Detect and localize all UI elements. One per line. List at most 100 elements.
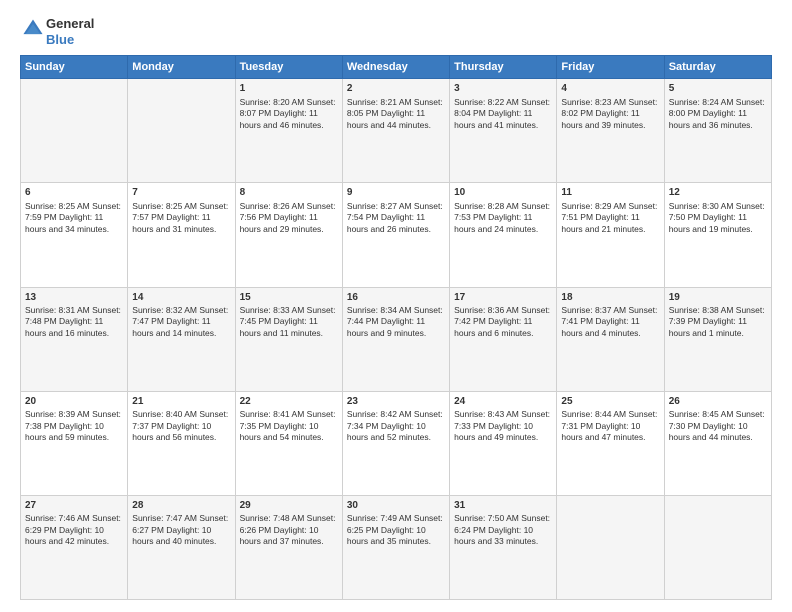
day-number: 29 (240, 499, 338, 513)
week-row-1: 1Sunrise: 8:20 AM Sunset: 8:07 PM Daylig… (21, 79, 772, 183)
day-number: 1 (240, 82, 338, 96)
header-row: SundayMondayTuesdayWednesdayThursdayFrid… (21, 56, 772, 79)
day-number: 11 (561, 186, 659, 200)
day-number: 25 (561, 395, 659, 409)
calendar-cell: 25Sunrise: 8:44 AM Sunset: 7:31 PM Dayli… (557, 391, 664, 495)
day-number: 20 (25, 395, 123, 409)
day-info: Sunrise: 8:29 AM Sunset: 7:51 PM Dayligh… (561, 201, 659, 235)
day-info: Sunrise: 7:47 AM Sunset: 6:27 PM Dayligh… (132, 513, 230, 547)
calendar-cell (128, 79, 235, 183)
week-row-4: 20Sunrise: 8:39 AM Sunset: 7:38 PM Dayli… (21, 391, 772, 495)
calendar-cell: 26Sunrise: 8:45 AM Sunset: 7:30 PM Dayli… (664, 391, 771, 495)
day-info: Sunrise: 8:21 AM Sunset: 8:05 PM Dayligh… (347, 97, 445, 131)
day-number: 17 (454, 291, 552, 305)
day-number: 19 (669, 291, 767, 305)
calendar-cell: 30Sunrise: 7:49 AM Sunset: 6:25 PM Dayli… (342, 495, 449, 599)
calendar-cell: 24Sunrise: 8:43 AM Sunset: 7:33 PM Dayli… (450, 391, 557, 495)
day-info: Sunrise: 8:34 AM Sunset: 7:44 PM Dayligh… (347, 305, 445, 339)
logo-line1: General (46, 16, 94, 32)
calendar-cell: 6Sunrise: 8:25 AM Sunset: 7:59 PM Daylig… (21, 183, 128, 287)
day-info: Sunrise: 8:41 AM Sunset: 7:35 PM Dayligh… (240, 409, 338, 443)
day-info: Sunrise: 7:46 AM Sunset: 6:29 PM Dayligh… (25, 513, 123, 547)
day-info: Sunrise: 8:26 AM Sunset: 7:56 PM Dayligh… (240, 201, 338, 235)
day-number: 16 (347, 291, 445, 305)
calendar-cell: 13Sunrise: 8:31 AM Sunset: 7:48 PM Dayli… (21, 287, 128, 391)
day-info: Sunrise: 8:25 AM Sunset: 7:59 PM Dayligh… (25, 201, 123, 235)
day-number: 15 (240, 291, 338, 305)
calendar-cell: 8Sunrise: 8:26 AM Sunset: 7:56 PM Daylig… (235, 183, 342, 287)
calendar-cell: 14Sunrise: 8:32 AM Sunset: 7:47 PM Dayli… (128, 287, 235, 391)
header-wednesday: Wednesday (342, 56, 449, 79)
day-number: 31 (454, 499, 552, 513)
day-info: Sunrise: 8:38 AM Sunset: 7:39 PM Dayligh… (669, 305, 767, 339)
day-number: 3 (454, 82, 552, 96)
day-info: Sunrise: 8:43 AM Sunset: 7:33 PM Dayligh… (454, 409, 552, 443)
day-info: Sunrise: 8:31 AM Sunset: 7:48 PM Dayligh… (25, 305, 123, 339)
day-info: Sunrise: 8:37 AM Sunset: 7:41 PM Dayligh… (561, 305, 659, 339)
day-info: Sunrise: 8:27 AM Sunset: 7:54 PM Dayligh… (347, 201, 445, 235)
calendar-cell: 20Sunrise: 8:39 AM Sunset: 7:38 PM Dayli… (21, 391, 128, 495)
day-info: Sunrise: 8:44 AM Sunset: 7:31 PM Dayligh… (561, 409, 659, 443)
calendar-cell: 29Sunrise: 7:48 AM Sunset: 6:26 PM Dayli… (235, 495, 342, 599)
calendar-cell: 21Sunrise: 8:40 AM Sunset: 7:37 PM Dayli… (128, 391, 235, 495)
day-number: 18 (561, 291, 659, 305)
header-saturday: Saturday (664, 56, 771, 79)
day-info: Sunrise: 8:45 AM Sunset: 7:30 PM Dayligh… (669, 409, 767, 443)
calendar-cell: 19Sunrise: 8:38 AM Sunset: 7:39 PM Dayli… (664, 287, 771, 391)
calendar-cell: 1Sunrise: 8:20 AM Sunset: 8:07 PM Daylig… (235, 79, 342, 183)
day-number: 7 (132, 186, 230, 200)
day-number: 30 (347, 499, 445, 513)
day-info: Sunrise: 8:33 AM Sunset: 7:45 PM Dayligh… (240, 305, 338, 339)
calendar-cell: 18Sunrise: 8:37 AM Sunset: 7:41 PM Dayli… (557, 287, 664, 391)
calendar-cell (557, 495, 664, 599)
day-number: 9 (347, 186, 445, 200)
day-info: Sunrise: 8:28 AM Sunset: 7:53 PM Dayligh… (454, 201, 552, 235)
calendar-cell (664, 495, 771, 599)
day-info: Sunrise: 7:50 AM Sunset: 6:24 PM Dayligh… (454, 513, 552, 547)
day-number: 28 (132, 499, 230, 513)
logo: General Blue (20, 16, 94, 47)
calendar-cell: 10Sunrise: 8:28 AM Sunset: 7:53 PM Dayli… (450, 183, 557, 287)
day-number: 23 (347, 395, 445, 409)
header-monday: Monday (128, 56, 235, 79)
day-number: 8 (240, 186, 338, 200)
day-info: Sunrise: 8:23 AM Sunset: 8:02 PM Dayligh… (561, 97, 659, 131)
calendar-cell: 2Sunrise: 8:21 AM Sunset: 8:05 PM Daylig… (342, 79, 449, 183)
calendar-cell: 5Sunrise: 8:24 AM Sunset: 8:00 PM Daylig… (664, 79, 771, 183)
calendar-cell: 16Sunrise: 8:34 AM Sunset: 7:44 PM Dayli… (342, 287, 449, 391)
day-info: Sunrise: 8:20 AM Sunset: 8:07 PM Dayligh… (240, 97, 338, 131)
header-tuesday: Tuesday (235, 56, 342, 79)
header-thursday: Thursday (450, 56, 557, 79)
calendar-table: SundayMondayTuesdayWednesdayThursdayFrid… (20, 55, 772, 600)
calendar-cell: 31Sunrise: 7:50 AM Sunset: 6:24 PM Dayli… (450, 495, 557, 599)
day-info: Sunrise: 7:48 AM Sunset: 6:26 PM Dayligh… (240, 513, 338, 547)
day-number: 22 (240, 395, 338, 409)
calendar-cell: 7Sunrise: 8:25 AM Sunset: 7:57 PM Daylig… (128, 183, 235, 287)
day-number: 4 (561, 82, 659, 96)
calendar-cell: 17Sunrise: 8:36 AM Sunset: 7:42 PM Dayli… (450, 287, 557, 391)
calendar-cell: 9Sunrise: 8:27 AM Sunset: 7:54 PM Daylig… (342, 183, 449, 287)
header: General Blue (20, 16, 772, 47)
day-number: 2 (347, 82, 445, 96)
day-number: 26 (669, 395, 767, 409)
calendar-cell: 15Sunrise: 8:33 AM Sunset: 7:45 PM Dayli… (235, 287, 342, 391)
calendar-cell: 23Sunrise: 8:42 AM Sunset: 7:34 PM Dayli… (342, 391, 449, 495)
logo-icon (22, 18, 44, 40)
day-number: 13 (25, 291, 123, 305)
calendar-cell: 27Sunrise: 7:46 AM Sunset: 6:29 PM Dayli… (21, 495, 128, 599)
calendar-cell: 11Sunrise: 8:29 AM Sunset: 7:51 PM Dayli… (557, 183, 664, 287)
calendar-cell: 28Sunrise: 7:47 AM Sunset: 6:27 PM Dayli… (128, 495, 235, 599)
day-number: 21 (132, 395, 230, 409)
day-info: Sunrise: 8:32 AM Sunset: 7:47 PM Dayligh… (132, 305, 230, 339)
week-row-3: 13Sunrise: 8:31 AM Sunset: 7:48 PM Dayli… (21, 287, 772, 391)
day-number: 24 (454, 395, 552, 409)
header-sunday: Sunday (21, 56, 128, 79)
day-info: Sunrise: 8:42 AM Sunset: 7:34 PM Dayligh… (347, 409, 445, 443)
week-row-2: 6Sunrise: 8:25 AM Sunset: 7:59 PM Daylig… (21, 183, 772, 287)
day-info: Sunrise: 8:39 AM Sunset: 7:38 PM Dayligh… (25, 409, 123, 443)
day-number: 27 (25, 499, 123, 513)
day-info: Sunrise: 8:24 AM Sunset: 8:00 PM Dayligh… (669, 97, 767, 131)
logo-line2: Blue (46, 32, 94, 48)
day-number: 12 (669, 186, 767, 200)
calendar-cell: 3Sunrise: 8:22 AM Sunset: 8:04 PM Daylig… (450, 79, 557, 183)
